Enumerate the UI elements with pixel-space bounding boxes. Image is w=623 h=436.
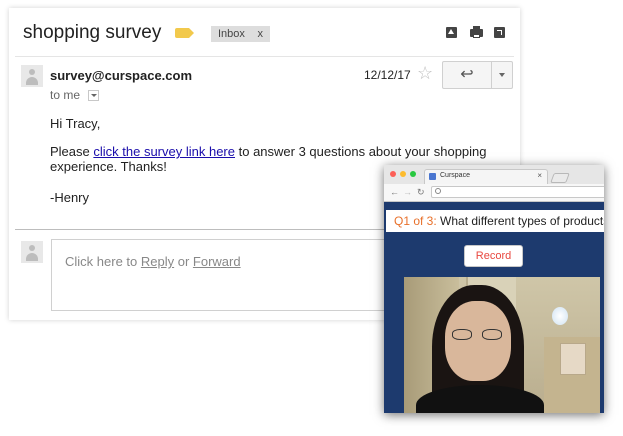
print-icon[interactable]	[470, 26, 483, 38]
maximize-window-button[interactable]	[410, 171, 416, 177]
remove-label-icon[interactable]: x	[258, 26, 264, 42]
popout-icon[interactable]	[494, 27, 505, 38]
tab-title: Curspace	[440, 172, 470, 179]
reply-prompt-prefix: Click here to	[65, 254, 141, 269]
reply-prompt: Click here to Reply or Forward	[65, 254, 241, 269]
star-icon[interactable]: ☆	[417, 64, 433, 82]
close-window-button[interactable]	[390, 171, 396, 177]
new-tab-button[interactable]	[550, 173, 570, 183]
record-button[interactable]: Record	[464, 245, 523, 267]
reply-button[interactable]: ↩	[442, 61, 492, 89]
curspace-favicon-icon	[429, 173, 436, 180]
email-subject: shopping survey	[23, 22, 162, 43]
webcam-person-glasses	[452, 329, 502, 340]
reply-link[interactable]: Reply	[141, 254, 174, 269]
forward-link[interactable]: Forward	[193, 254, 241, 269]
sender-avatar	[21, 65, 43, 87]
webcam-person-face	[445, 301, 511, 381]
forward-arrow-icon[interactable]: →	[403, 187, 412, 197]
body-text-before-link: Please	[50, 144, 94, 159]
email-signoff: -Henry	[50, 190, 90, 205]
email-greeting: Hi Tracy,	[50, 116, 101, 131]
sender-email[interactable]: survey@curspace.com	[50, 68, 192, 83]
webcam-preview	[404, 277, 600, 413]
archive-up-icon[interactable]	[446, 27, 457, 38]
recipient-details-dropdown-icon[interactable]	[88, 90, 99, 101]
inbox-label-chip[interactable]: Inbox x	[211, 26, 270, 42]
survey-link[interactable]: click the survey link here	[93, 144, 235, 159]
question-number: Q1 of 3:	[394, 214, 437, 228]
more-options-button[interactable]	[491, 61, 513, 89]
question-bar: Q1 of 3: What different types of product…	[386, 210, 604, 232]
survey-page: Q1 of 3: What different types of product…	[384, 202, 604, 413]
header-divider	[15, 56, 514, 57]
survey-browser-window: Curspace × ← → ↻ Q1 of 3: What different…	[384, 165, 604, 413]
inbox-chip-label: Inbox	[218, 28, 245, 40]
recipient-line: to me	[50, 88, 81, 102]
minimize-window-button[interactable]	[400, 171, 406, 177]
reload-icon[interactable]: ↻	[417, 187, 425, 197]
reply-avatar	[21, 241, 43, 263]
search-icon	[435, 188, 441, 194]
address-bar[interactable]	[431, 186, 604, 198]
back-arrow-icon[interactable]: ←	[390, 187, 399, 197]
browser-toolbar: ← → ↻	[384, 184, 604, 202]
tab-close-icon[interactable]: ×	[537, 171, 542, 180]
browser-tab[interactable]: Curspace ×	[424, 169, 548, 184]
reply-prompt-or: or	[174, 254, 193, 269]
message-date: 12/12/17	[364, 68, 411, 82]
reply-arrow-icon: ↩	[460, 66, 474, 83]
webcam-ceiling-light	[552, 307, 568, 325]
question-text: What different types of products	[436, 214, 604, 228]
webcam-background-poster	[560, 343, 586, 375]
label-tag-icon[interactable]	[175, 28, 194, 38]
